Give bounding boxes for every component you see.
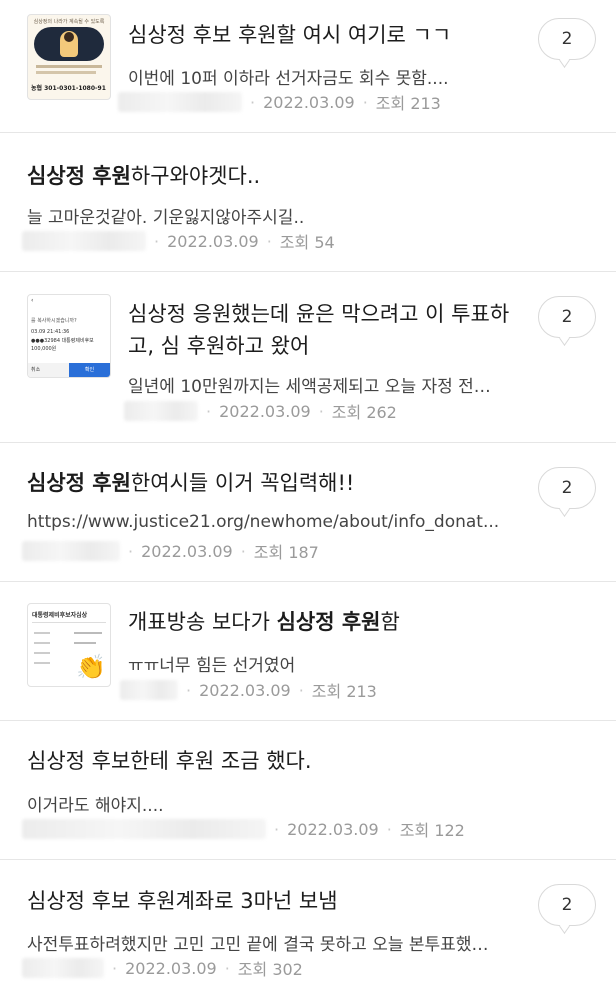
author-name-blurred bbox=[118, 92, 242, 112]
comment-count-button[interactable]: 2 bbox=[538, 467, 596, 517]
post-meta: · 2022.03.09 · 조회 213 bbox=[118, 90, 441, 114]
post-thumbnail[interactable]: ‹ 를 복사하시겠습니까? 03.09 21:41:36 ●●●32984 대통… bbox=[27, 294, 111, 378]
post-thumbnail[interactable]: 심상정의 나라가 계속될 수 있도록 농협 301-0301-1080-91 bbox=[27, 14, 111, 100]
post-title[interactable]: 심상정 후보한테 후원 조금 했다. bbox=[27, 745, 312, 777]
list-item[interactable]: 심상정의 나라가 계속될 수 있도록 농협 301-0301-1080-91 심… bbox=[0, 0, 616, 133]
post-meta: · 2022.03.09 · 조회 187 bbox=[22, 539, 319, 563]
search-highlight: 심상정 후원 bbox=[27, 471, 131, 495]
thumbnail-caption: 심상정의 나라가 계속될 수 있도록 bbox=[33, 19, 105, 25]
post-summary[interactable]: 늘 고마운것같아. 기운잃지않아주시길.. bbox=[27, 203, 547, 228]
post-date: 2022.03.09 bbox=[199, 680, 291, 700]
post-summary[interactable]: ㅠㅠ너무 힘든 선거였어 bbox=[128, 651, 518, 676]
clapping-hands-icon: 👏 bbox=[76, 653, 106, 681]
comment-count: 2 bbox=[561, 478, 573, 498]
post-title[interactable]: 개표방송 보다가 심상정 후원함 bbox=[128, 606, 400, 638]
thumbnail-confirm: 확인 bbox=[69, 363, 110, 377]
post-date: 2022.03.09 bbox=[287, 819, 379, 839]
post-summary[interactable]: 일년에 10만원까지는 세액공제되고 오늘 자정 전… bbox=[128, 372, 520, 397]
comment-count-button[interactable]: 2 bbox=[538, 296, 596, 346]
comment-count-button[interactable]: 2 bbox=[538, 884, 596, 934]
author-name-blurred bbox=[22, 819, 266, 839]
post-list: 심상정의 나라가 계속될 수 있도록 농협 301-0301-1080-91 심… bbox=[0, 0, 616, 996]
author-name-blurred bbox=[22, 958, 104, 978]
comment-count: 2 bbox=[561, 29, 573, 49]
view-count: 조회 213 bbox=[375, 94, 441, 113]
view-count: 조회 213 bbox=[311, 682, 377, 701]
thumbnail-dialog-text: 를 복사하시겠습니까? bbox=[31, 318, 77, 324]
post-meta: · 2022.03.09 · 조회 122 bbox=[22, 817, 465, 841]
list-item[interactable]: 심상정 후보한테 후원 조금 했다. 이거라도 해야지.... · 2022.0… bbox=[0, 721, 616, 860]
list-item[interactable]: 심상정 후원하구와야겟다.. 늘 고마운것같아. 기운잃지않아주시길.. · 2… bbox=[0, 133, 616, 272]
post-summary[interactable]: 사전투표하려했지만 고민 고민 끝에 결국 못하고 오늘 본투표했… bbox=[27, 930, 517, 955]
post-meta: · 2022.03.09 · 조회 262 bbox=[124, 399, 397, 423]
list-item[interactable]: 대통령제비후보자심상 👏 개표방송 보다가 심상정 후원함 ㅠㅠ너무 힘든 선거… bbox=[0, 582, 616, 721]
post-title[interactable]: 심상정 후보 후원계좌로 3마넌 보냄 bbox=[27, 885, 338, 917]
author-name-blurred bbox=[22, 541, 120, 561]
comment-count: 2 bbox=[561, 307, 573, 327]
campaign-poster-icon bbox=[34, 27, 104, 61]
post-summary[interactable]: 이번에 10퍼 이하라 선거자금도 회수 못함.... bbox=[128, 64, 518, 89]
author-name-blurred bbox=[22, 231, 146, 251]
post-date: 2022.03.09 bbox=[263, 92, 355, 112]
list-item[interactable]: 심상정 후원한여시들 이거 꼭입력해!! https://www.justice… bbox=[0, 443, 616, 582]
thumbnail-cancel: 취소 bbox=[28, 363, 69, 377]
author-name-blurred bbox=[120, 680, 178, 700]
comment-count: 2 bbox=[561, 895, 573, 915]
search-highlight: 심상정 후원 bbox=[27, 164, 131, 188]
author-name-blurred bbox=[124, 401, 198, 421]
comment-count-button[interactable]: 2 bbox=[538, 18, 596, 68]
thumbnail-header: 대통령제비후보자심상 bbox=[32, 612, 88, 619]
view-count: 조회 262 bbox=[331, 403, 397, 422]
post-title[interactable]: 심상정 후원한여시들 이거 꼭입력해!! bbox=[27, 467, 354, 499]
search-highlight: 심상정 후원 bbox=[276, 610, 381, 634]
post-title[interactable]: 심상정 후보 후원할 여시 여기로 ㄱㄱ bbox=[128, 19, 451, 51]
post-meta: · 2022.03.09 · 조회 54 bbox=[22, 229, 335, 253]
post-meta: · 2022.03.09 · 조회 302 bbox=[22, 956, 303, 980]
list-item[interactable]: ‹ 를 복사하시겠습니까? 03.09 21:41:36 ●●●32984 대통… bbox=[0, 272, 616, 443]
post-date: 2022.03.09 bbox=[141, 541, 233, 561]
view-count: 조회 187 bbox=[253, 543, 319, 562]
post-title[interactable]: 심상정 후원하구와야겟다.. bbox=[27, 160, 260, 192]
post-summary[interactable]: https://www.justice21.org/newhome/about/… bbox=[27, 512, 517, 532]
view-count: 조회 302 bbox=[237, 960, 303, 979]
post-date: 2022.03.09 bbox=[167, 231, 259, 251]
thumbnail-account: 농협 301-0301-1080-91 bbox=[31, 85, 106, 92]
view-count: 조회 122 bbox=[399, 821, 465, 840]
post-thumbnail[interactable]: 대통령제비후보자심상 👏 bbox=[27, 603, 111, 687]
post-title[interactable]: 심상정 응원했는데 윤은 막으려고 이 투표하고, 심 후원하고 왔어 bbox=[128, 298, 518, 362]
post-date: 2022.03.09 bbox=[125, 958, 217, 978]
post-date: 2022.03.09 bbox=[219, 401, 311, 421]
view-count: 조회 54 bbox=[279, 233, 335, 252]
post-summary[interactable]: 이거라도 해야지.... bbox=[27, 791, 547, 816]
post-meta: · 2022.03.09 · 조회 213 bbox=[120, 678, 377, 702]
list-item[interactable]: 심상정 후보 후원계좌로 3마넌 보냄 사전투표하려했지만 고민 고민 끝에 결… bbox=[0, 860, 616, 996]
